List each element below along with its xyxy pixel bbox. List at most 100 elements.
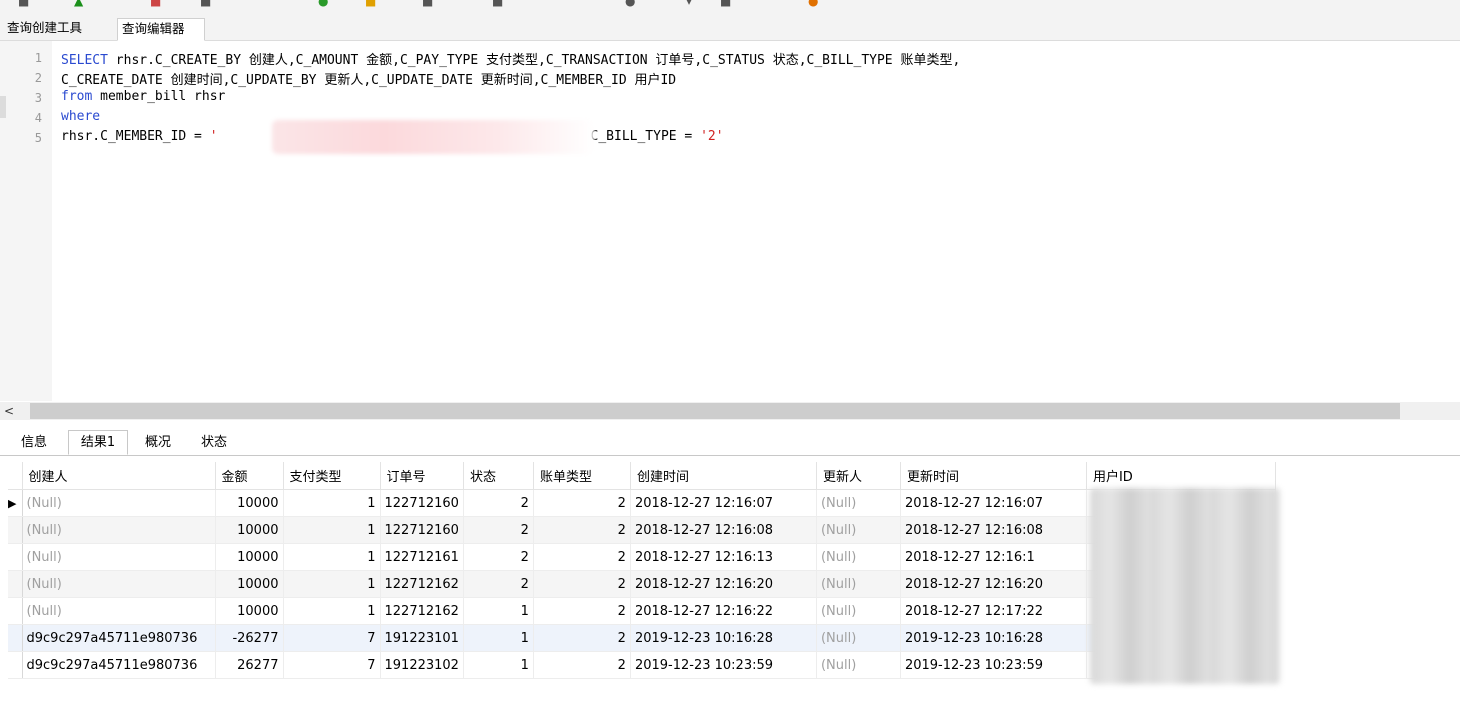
cell-create-time[interactable]: 2018-12-27 12:16:13 — [630, 543, 817, 571]
table-row[interactable]: (Null) 10000 1 122712162 1 2 2018-12-27 … — [8, 597, 1276, 625]
cell-status[interactable]: 2 — [463, 543, 534, 571]
cell-bill-type[interactable]: 2 — [533, 543, 631, 571]
tab-query-editor[interactable]: 查询编辑器 — [117, 18, 205, 41]
cell-create-time[interactable]: 2019-12-23 10:23:59 — [630, 651, 817, 679]
cell-updated-by[interactable]: (Null) — [816, 597, 901, 625]
cell-order-no[interactable]: 122712160 — [380, 516, 464, 544]
cell-create-time[interactable]: 2018-12-27 12:16:07 — [630, 489, 817, 517]
column-header[interactable]: 金额 — [215, 462, 284, 490]
cell-update-time[interactable]: 2018-12-27 12:16:1 — [900, 543, 1087, 571]
scroll-left-icon[interactable]: < — [4, 402, 18, 420]
cell-created-by[interactable]: d9c9c297a45711e980736 — [22, 624, 216, 652]
column-header[interactable]: 支付类型 — [283, 462, 381, 490]
column-header[interactable]: 账单类型 — [533, 462, 631, 490]
result-grid[interactable]: 创建人 金额 支付类型 订单号 状态 账单类型 创建时间 更新人 更新时间 用户… — [8, 462, 1278, 683]
cell-create-time[interactable]: 2018-12-27 12:16:08 — [630, 516, 817, 544]
cell-status[interactable]: 2 — [463, 489, 534, 517]
stop-icon[interactable]: ■ — [150, 0, 161, 8]
cell-created-by[interactable]: (Null) — [22, 489, 216, 517]
table-row[interactable]: (Null) 10000 1 122712160 2 2 2018-12-27 … — [8, 516, 1276, 544]
column-header[interactable]: 用户ID — [1086, 462, 1276, 490]
cell-created-by[interactable]: (Null) — [22, 570, 216, 598]
table-row[interactable]: d9c9c297a45711e980736 -26277 7 191223101… — [8, 624, 1276, 652]
tab-query-builder[interactable]: 查询创建工具 — [3, 18, 115, 40]
table-row[interactable]: (Null) 10000 1 122712162 2 2 2018-12-27 … — [8, 570, 1276, 598]
cell-order-no[interactable]: 122712162 — [380, 597, 464, 625]
sql-editor[interactable]: 1 2 3 4 5 SELECT rhsr.C_CREATE_BY 创建人,C_… — [0, 41, 1460, 401]
save-icon[interactable]: ■ — [422, 0, 433, 8]
table-row[interactable]: ▶ (Null) 10000 1 122712160 2 2 2018-12-2… — [8, 489, 1276, 517]
search-icon[interactable]: ● — [625, 0, 635, 8]
menu-icon[interactable]: ■ — [18, 0, 29, 8]
cell-bill-type[interactable]: 2 — [533, 651, 631, 679]
export-icon[interactable]: ■ — [492, 0, 503, 8]
column-header[interactable]: 创建时间 — [630, 462, 817, 490]
cell-amount[interactable]: 10000 — [215, 489, 284, 517]
cell-update-time[interactable]: 2019-12-23 10:16:28 — [900, 624, 1087, 652]
column-header[interactable]: 更新时间 — [900, 462, 1087, 490]
cell-status[interactable]: 2 — [463, 516, 534, 544]
run-icon[interactable]: ▲ — [74, 0, 83, 8]
cell-update-time[interactable]: 2018-12-27 12:16:20 — [900, 570, 1087, 598]
cell-amount[interactable]: 26277 — [215, 651, 284, 679]
cell-pay-type[interactable]: 1 — [283, 516, 381, 544]
cell-update-time[interactable]: 2019-12-23 10:23:59 — [900, 651, 1087, 679]
column-header[interactable]: 订单号 — [380, 462, 464, 490]
cell-created-by[interactable]: d9c9c297a45711e980736 — [22, 651, 216, 679]
cell-created-by[interactable]: (Null) — [22, 543, 216, 571]
cell-updated-by[interactable]: (Null) — [816, 624, 901, 652]
cell-pay-type[interactable]: 1 — [283, 489, 381, 517]
horizontal-scrollbar[interactable]: < — [0, 402, 1460, 420]
cell-bill-type[interactable]: 2 — [533, 597, 631, 625]
file-icon[interactable]: ■ — [720, 0, 731, 8]
cell-create-time[interactable]: 2018-12-27 12:16:22 — [630, 597, 817, 625]
cell-update-time[interactable]: 2018-12-27 12:16:07 — [900, 489, 1087, 517]
cell-bill-type[interactable]: 2 — [533, 570, 631, 598]
cell-update-time[interactable]: 2018-12-27 12:16:08 — [900, 516, 1087, 544]
cell-order-no[interactable]: 191223101 — [380, 624, 464, 652]
cell-pay-type[interactable]: 7 — [283, 651, 381, 679]
column-header[interactable]: 状态 — [463, 462, 534, 490]
cell-order-no[interactable]: 122712161 — [380, 543, 464, 571]
column-header[interactable]: 更新人 — [816, 462, 901, 490]
tab-result-1[interactable]: 结果1 — [68, 430, 128, 455]
tab-info[interactable]: 信息 — [9, 431, 59, 455]
cell-amount[interactable]: -26277 — [215, 624, 284, 652]
cell-created-by[interactable]: (Null) — [22, 597, 216, 625]
table-row[interactable]: d9c9c297a45711e980736 26277 7 191223102 … — [8, 651, 1276, 679]
new-icon[interactable]: ● — [318, 0, 328, 8]
cell-order-no[interactable]: 122712160 — [380, 489, 464, 517]
cell-amount[interactable]: 10000 — [215, 570, 284, 598]
explain-icon[interactable]: ■ — [200, 0, 211, 8]
cell-amount[interactable]: 10000 — [215, 597, 284, 625]
cell-updated-by[interactable]: (Null) — [816, 516, 901, 544]
cell-pay-type[interactable]: 7 — [283, 624, 381, 652]
table-row[interactable]: (Null) 10000 1 122712161 2 2 2018-12-27 … — [8, 543, 1276, 571]
cell-status[interactable]: 1 — [463, 651, 534, 679]
cell-order-no[interactable]: 191223102 — [380, 651, 464, 679]
cell-updated-by[interactable]: (Null) — [816, 651, 901, 679]
cell-pay-type[interactable]: 1 — [283, 570, 381, 598]
load-icon[interactable]: ■ — [365, 0, 376, 8]
cell-amount[interactable]: 10000 — [215, 516, 284, 544]
cell-updated-by[interactable]: (Null) — [816, 570, 901, 598]
tab-profile[interactable]: 概况 — [132, 431, 184, 455]
cell-created-by[interactable]: (Null) — [22, 516, 216, 544]
cell-bill-type[interactable]: 2 — [533, 489, 631, 517]
cell-update-time[interactable]: 2018-12-27 12:17:22 — [900, 597, 1087, 625]
cell-status[interactable]: 2 — [463, 570, 534, 598]
scrollbar-thumb[interactable] — [30, 403, 1400, 419]
cell-status[interactable]: 1 — [463, 597, 534, 625]
cell-updated-by[interactable]: (Null) — [816, 489, 901, 517]
beautify-icon[interactable]: ● — [808, 0, 818, 8]
cell-pay-type[interactable]: 1 — [283, 597, 381, 625]
cell-order-no[interactable]: 122712162 — [380, 570, 464, 598]
cell-create-time[interactable]: 2019-12-23 10:16:28 — [630, 624, 817, 652]
cell-pay-type[interactable]: 1 — [283, 543, 381, 571]
column-header[interactable]: 创建人 — [22, 462, 216, 490]
cell-bill-type[interactable]: 2 — [533, 624, 631, 652]
cell-bill-type[interactable]: 2 — [533, 516, 631, 544]
cell-amount[interactable]: 10000 — [215, 543, 284, 571]
cell-create-time[interactable]: 2018-12-27 12:16:20 — [630, 570, 817, 598]
tab-status[interactable]: 状态 — [192, 431, 236, 455]
